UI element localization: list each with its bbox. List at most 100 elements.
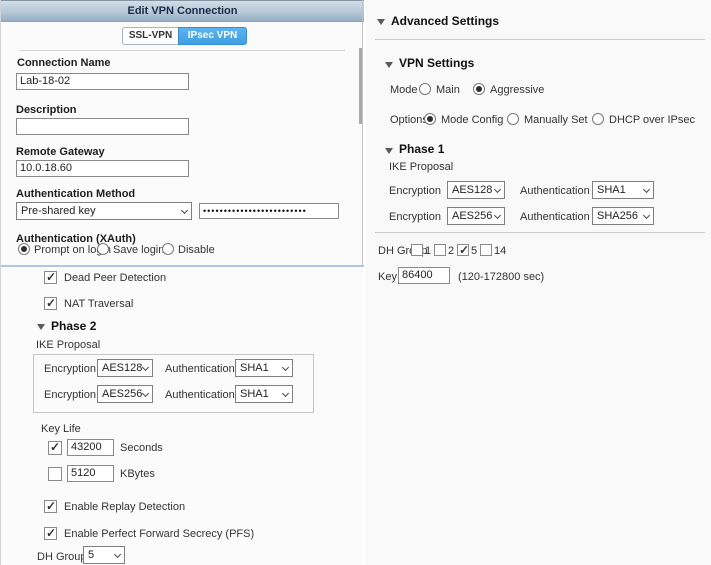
- connection-name-input[interactable]: Lab-18-02: [16, 73, 189, 90]
- xauth-radio-prompt-on-login[interactable]: [18, 243, 30, 255]
- authentication-label: Authentication: [165, 363, 235, 375]
- dh-group-option-label: 1: [425, 245, 431, 257]
- divider: [375, 39, 705, 40]
- phase2-authentication-select-1[interactable]: SHA1: [235, 359, 293, 377]
- dialog-bottom-border: [1, 265, 364, 267]
- tab-ssl-vpn[interactable]: SSL-VPN: [122, 27, 179, 45]
- mode-option-label: Aggressive: [490, 84, 544, 96]
- chevron-down-icon: [114, 551, 121, 558]
- dh-group-option-label: 5: [471, 245, 477, 257]
- key-life-hint: (120-172800 sec): [458, 271, 544, 283]
- encryption-value: AES128: [452, 184, 492, 196]
- remote-gateway-label: Remote Gateway: [16, 146, 105, 158]
- auth-method-value: Pre-shared key: [21, 205, 96, 217]
- encryption-value: AES256: [102, 388, 142, 400]
- dh-group-option-label: 14: [494, 245, 506, 257]
- xauth-option-label: Disable: [178, 244, 215, 256]
- pre-shared-key-input[interactable]: •••••••••••••••••••••••••: [199, 203, 339, 219]
- encryption-label: Encryption: [389, 185, 441, 197]
- authentication-value: SHA1: [240, 362, 269, 374]
- xauth-radio-save-login[interactable]: [97, 243, 109, 255]
- mode-radio-aggressive[interactable]: [473, 83, 485, 95]
- dialog-right-border: [362, 0, 363, 267]
- advanced-settings-heading: Advanced Settings: [391, 14, 499, 28]
- phase2-encryption-select-1[interactable]: AES128: [97, 359, 153, 377]
- chevron-down-icon: [643, 186, 650, 193]
- phase1-authentication-select-2[interactable]: SHA256: [592, 207, 654, 225]
- key-life-kbytes-input[interactable]: 5120: [67, 465, 114, 482]
- phase1-encryption-select-1[interactable]: AES128: [447, 181, 505, 199]
- mode-radio-main[interactable]: [419, 83, 431, 95]
- key-life-seconds-input[interactable]: 43200: [67, 439, 114, 456]
- chevron-down-icon: [181, 207, 188, 214]
- seconds-unit-label: Seconds: [120, 442, 163, 454]
- chevron-down-icon: [142, 390, 149, 397]
- dh-group-5-checkbox[interactable]: [457, 244, 469, 256]
- options-radio-dhcp-over-ipsec[interactable]: [592, 113, 604, 125]
- collapse-triangle-icon[interactable]: [37, 324, 45, 330]
- nat-traversal-label: NAT Traversal: [64, 298, 133, 310]
- phase2-authentication-select-2[interactable]: SHA1: [235, 385, 293, 403]
- chevron-down-icon: [494, 186, 501, 193]
- chevron-down-icon: [142, 364, 149, 371]
- divider: [375, 232, 705, 233]
- phase1-key-life-input[interactable]: 86400: [398, 267, 450, 284]
- options-option-label: DHCP over IPsec: [609, 114, 695, 126]
- phase1-ike-proposal-label: IKE Proposal: [389, 161, 453, 173]
- chevron-down-icon: [643, 212, 650, 219]
- dh-group-2-checkbox[interactable]: [434, 244, 446, 256]
- dead-peer-detection-checkbox[interactable]: [44, 271, 57, 284]
- pfs-checkbox[interactable]: [44, 527, 57, 540]
- dh-group-14-checkbox[interactable]: [480, 244, 492, 256]
- phase2-encryption-select-2[interactable]: AES256: [97, 385, 153, 403]
- phase1-heading: Phase 1: [399, 142, 444, 156]
- key-life-seconds-checkbox[interactable]: [48, 441, 62, 455]
- dh-group-value: 5: [88, 549, 94, 561]
- phase2-ike-proposal-label: IKE Proposal: [36, 339, 100, 351]
- phase1-authentication-select-1[interactable]: SHA1: [592, 181, 654, 199]
- divider: [19, 50, 345, 51]
- description-label: Description: [16, 104, 77, 116]
- dh-group-option-label: 2: [448, 245, 454, 257]
- remote-gateway-input[interactable]: 10.0.18.60: [16, 160, 189, 177]
- dh-group-1-checkbox[interactable]: [411, 244, 423, 256]
- nat-traversal-checkbox[interactable]: [44, 297, 57, 310]
- key-life-label: Key Life: [41, 423, 81, 435]
- connection-name-label: Connection Name: [17, 57, 111, 69]
- phase2-dh-group-select[interactable]: 5: [83, 546, 125, 564]
- chevron-down-icon: [282, 390, 289, 397]
- encryption-label: Encryption: [44, 363, 96, 375]
- options-label: Options: [390, 114, 428, 126]
- auth-method-label: Authentication Method: [16, 188, 135, 200]
- replay-detection-checkbox[interactable]: [44, 500, 57, 513]
- vpn-settings-heading: VPN Settings: [399, 56, 474, 70]
- dh-group-label: DH Group: [37, 551, 87, 563]
- xauth-radio-disable[interactable]: [162, 243, 174, 255]
- description-input[interactable]: [16, 118, 189, 135]
- authentication-label: Authentication: [165, 389, 235, 401]
- mode-option-label: Main: [436, 84, 460, 96]
- screen: Edit VPN Connection SSL-VPN IPsec VPN Co…: [0, 0, 711, 565]
- authentication-value: SHA1: [240, 388, 269, 400]
- collapse-triangle-icon[interactable]: [385, 62, 393, 68]
- tab-ipsec-vpn[interactable]: IPsec VPN: [178, 27, 247, 45]
- phase1-encryption-select-2[interactable]: AES256: [447, 207, 505, 225]
- options-radio-mode-config[interactable]: [424, 113, 436, 125]
- encryption-value: AES256: [452, 210, 492, 222]
- authentication-label: Authentication: [520, 185, 590, 197]
- key-life-kbytes-checkbox[interactable]: [48, 467, 62, 481]
- chevron-down-icon: [494, 212, 501, 219]
- auth-method-select[interactable]: Pre-shared key: [16, 202, 192, 220]
- chevron-down-icon: [282, 364, 289, 371]
- collapse-triangle-icon[interactable]: [385, 148, 393, 154]
- collapse-triangle-icon[interactable]: [377, 19, 385, 25]
- options-option-label: Manually Set: [524, 114, 588, 126]
- authentication-label: Authentication: [520, 211, 590, 223]
- replay-detection-label: Enable Replay Detection: [64, 501, 185, 513]
- authentication-value: SHA1: [597, 184, 626, 196]
- encryption-label: Encryption: [389, 211, 441, 223]
- pfs-label: Enable Perfect Forward Secrecy (PFS): [64, 528, 254, 540]
- options-radio-manually-set[interactable]: [507, 113, 519, 125]
- encryption-value: AES128: [102, 362, 142, 374]
- scrollbar-thumb[interactable]: [359, 48, 362, 124]
